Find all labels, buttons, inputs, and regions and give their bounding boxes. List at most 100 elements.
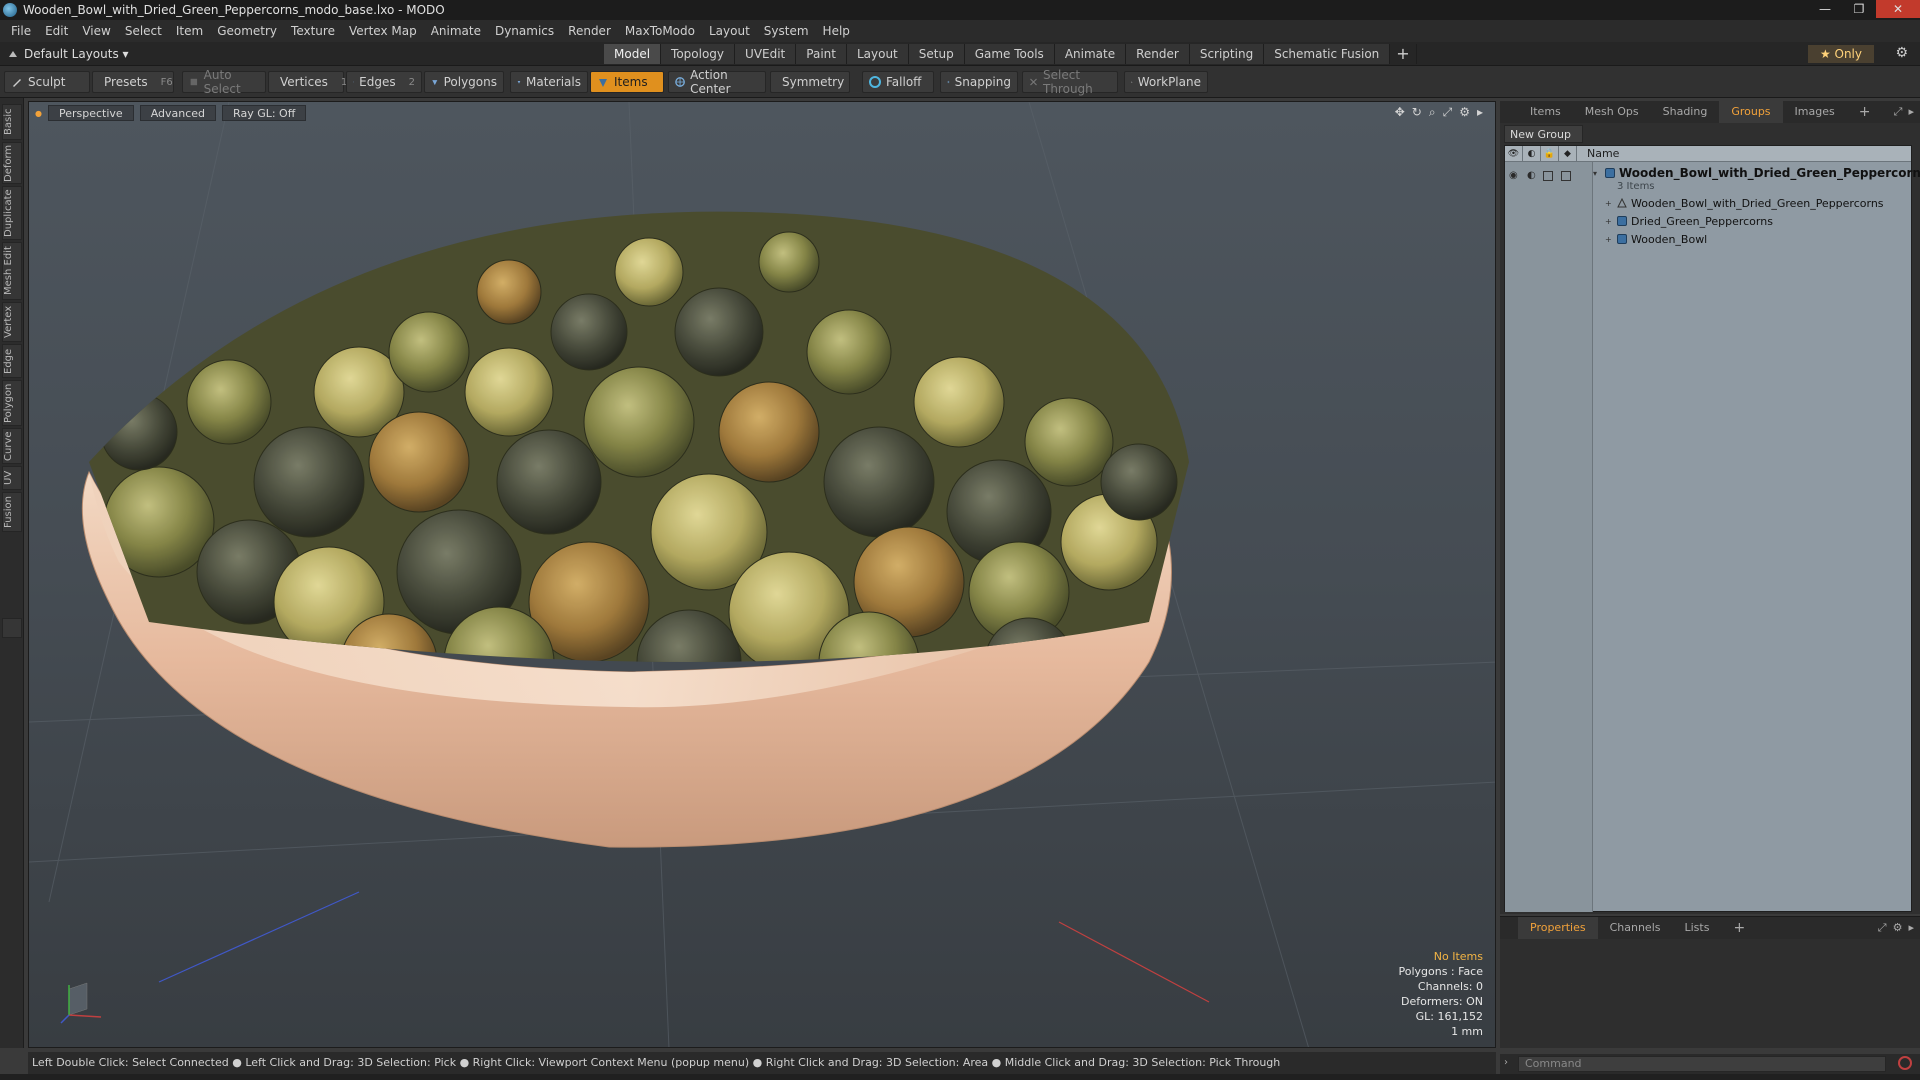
left-tab-polygon[interactable]: Polygon	[2, 380, 22, 426]
group-lock-toggle[interactable]	[1543, 171, 1553, 181]
edges-button[interactable]: Edges 2	[346, 71, 422, 93]
tab-game-tools[interactable]: Game Tools	[964, 44, 1055, 64]
menu-system[interactable]: System	[757, 24, 816, 38]
menu-maxtomodo[interactable]: MaxToModo	[618, 24, 702, 38]
panel-expand-icon[interactable]: ▸	[1908, 105, 1914, 119]
expand-icon[interactable]: +	[1605, 217, 1613, 226]
pan-icon[interactable]: ✥	[1395, 105, 1405, 120]
workplane-button[interactable]: WorkPlane	[1124, 71, 1208, 93]
left-tab-edge[interactable]: Edge	[2, 344, 22, 378]
menu-edit[interactable]: Edit	[38, 24, 75, 38]
menu-texture[interactable]: Texture	[284, 24, 342, 38]
presets-button[interactable]: Presets F6	[92, 71, 174, 93]
tab-schematic-fusion[interactable]: Schematic Fusion	[1264, 44, 1391, 64]
panel-maximize-icon[interactable]: ⤢	[1894, 105, 1903, 119]
menu-geometry[interactable]: Geometry	[210, 24, 284, 38]
select-column-icon[interactable]: ◆	[1559, 145, 1577, 162]
properties-gear-icon[interactable]: ⚙	[1893, 921, 1903, 935]
close-button[interactable]: ✕	[1876, 0, 1920, 18]
command-expand-icon[interactable]: ›	[1504, 1057, 1508, 1068]
tab-shading[interactable]: Shading	[1651, 101, 1720, 123]
auto-select-button[interactable]: Auto Select	[182, 68, 266, 96]
materials-button[interactable]: Materials	[510, 71, 588, 93]
tab-model[interactable]: Model	[604, 44, 662, 64]
expand-icon[interactable]: +	[1605, 199, 1613, 208]
render-column-icon[interactable]: ◐	[1523, 145, 1541, 162]
tab-paint[interactable]: Paint	[796, 44, 847, 64]
tab-items[interactable]: Items	[1518, 101, 1573, 123]
tab-lists[interactable]: Lists	[1673, 917, 1722, 939]
fit-icon[interactable]: ⤢	[1443, 105, 1453, 120]
left-tab-mesh-edit[interactable]: Mesh Edit	[2, 242, 22, 300]
left-tab-duplicate[interactable]: Duplicate	[2, 186, 22, 240]
left-tab-curve[interactable]: Curve	[2, 428, 22, 464]
left-tab-deform[interactable]: Deform	[2, 142, 22, 184]
menu-item[interactable]: Item	[169, 24, 210, 38]
group-select-toggle[interactable]	[1561, 171, 1571, 181]
command-history-button[interactable]	[1898, 1056, 1912, 1070]
menu-dynamics[interactable]: Dynamics	[488, 24, 561, 38]
add-layout-tab-button[interactable]: +	[1390, 44, 1417, 64]
left-rail-expand-button[interactable]	[2, 618, 22, 638]
menu-file[interactable]: File	[4, 24, 38, 38]
tree-row-locator[interactable]: + Wooden_Bowl_with_Dried_Green_Peppercor…	[1605, 194, 1884, 212]
add-panel-tab-button[interactable]: +	[1847, 101, 1883, 123]
viewport-gear-icon[interactable]: ⚙	[1459, 105, 1470, 120]
lock-column-icon[interactable]: 🔒	[1541, 145, 1559, 162]
items-button[interactable]: Items	[590, 71, 664, 93]
menu-vertex-map[interactable]: Vertex Map	[342, 24, 424, 38]
action-center-button[interactable]: Action Center	[668, 68, 766, 96]
left-tab-uv[interactable]: UV	[2, 466, 22, 490]
tab-layout[interactable]: Layout	[846, 44, 909, 64]
left-tab-fusion[interactable]: Fusion	[2, 492, 22, 532]
properties-maximize-icon[interactable]: ⤢	[1878, 921, 1887, 935]
tab-properties[interactable]: Properties	[1518, 917, 1598, 939]
tab-images[interactable]: Images	[1783, 101, 1847, 123]
vertices-button[interactable]: Vertices 1	[268, 71, 347, 93]
select-through-button[interactable]: Select Through	[1022, 68, 1118, 96]
collapse-icon[interactable]: ▾	[1593, 169, 1601, 178]
command-input[interactable]: Command	[1518, 1056, 1886, 1072]
tree-row-peppercorns[interactable]: + Dried_Green_Peppercorns	[1605, 212, 1773, 230]
snapping-button[interactable]: Snapping	[940, 71, 1018, 93]
restore-button[interactable]: ❐	[1842, 0, 1876, 18]
minimize-button[interactable]: —	[1808, 0, 1842, 18]
sculpt-button[interactable]: Sculpt	[4, 71, 90, 93]
layout-selector[interactable]: Default Layouts ▾	[8, 45, 129, 63]
tab-scripting[interactable]: Scripting	[1189, 44, 1265, 64]
view-mode-button[interactable]: Perspective	[47, 105, 134, 121]
group-visibility-eye-icon[interactable]: ◉	[1509, 170, 1518, 181]
raygl-button[interactable]: Ray GL: Off	[222, 105, 307, 121]
left-tab-vertex[interactable]: Vertex	[2, 302, 22, 342]
zoom-icon[interactable]: ⌕	[1429, 105, 1436, 120]
tab-groups[interactable]: Groups	[1719, 101, 1783, 123]
menu-layout[interactable]: Layout	[702, 24, 757, 38]
rotate-icon[interactable]: ↻	[1412, 105, 1422, 120]
add-properties-tab-button[interactable]: +	[1721, 917, 1757, 939]
shading-mode-button[interactable]: Advanced	[139, 105, 217, 121]
gear-icon[interactable]: ⚙	[1895, 45, 1908, 61]
menu-animate[interactable]: Animate	[424, 24, 488, 38]
polygons-button[interactable]: Polygons	[424, 71, 504, 93]
tab-render[interactable]: Render	[1126, 44, 1190, 64]
expand-icon[interactable]: +	[1605, 235, 1613, 244]
falloff-button[interactable]: Falloff	[862, 71, 934, 93]
tab-uvedit[interactable]: UVEdit	[735, 44, 797, 64]
menu-select[interactable]: Select	[118, 24, 169, 38]
menu-view[interactable]: View	[75, 24, 117, 38]
group-render-icon[interactable]: ◐	[1527, 170, 1536, 181]
tab-topology[interactable]: Topology	[661, 44, 736, 64]
tab-channels[interactable]: Channels	[1598, 917, 1673, 939]
3d-viewport[interactable]: ● Perspective Advanced Ray GL: Off ✥ ↻ ⌕…	[28, 101, 1496, 1048]
properties-expand-icon[interactable]: ▸	[1908, 921, 1914, 935]
tab-setup[interactable]: Setup	[908, 44, 965, 64]
new-group-button[interactable]: New Group	[1504, 125, 1583, 143]
tab-mesh-ops[interactable]: Mesh Ops	[1573, 101, 1651, 123]
left-tab-basic[interactable]: Basic	[2, 104, 22, 140]
only-button[interactable]: ★ Only	[1807, 45, 1874, 63]
viewport-menu-icon[interactable]: ●	[35, 109, 42, 118]
viewport-scene[interactable]	[29, 102, 1496, 1048]
viewport-expand-icon[interactable]: ▸	[1477, 105, 1483, 120]
name-column-header[interactable]: Name	[1577, 147, 1619, 160]
menu-help[interactable]: Help	[816, 24, 857, 38]
